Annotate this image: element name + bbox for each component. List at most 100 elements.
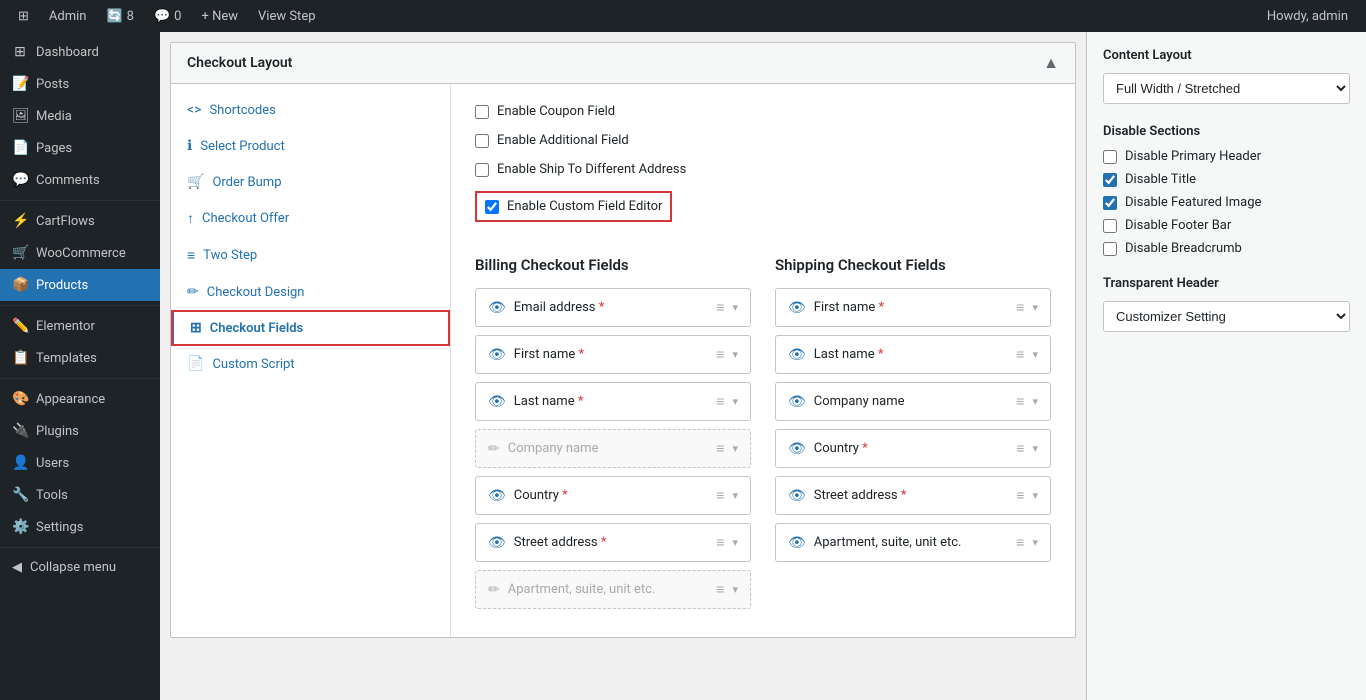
sidebar-item-tools[interactable]: 🔧 Tools xyxy=(0,479,160,511)
disable-footer-bar-checkbox[interactable] xyxy=(1103,219,1117,233)
collapse-arrow-icon: ◀ xyxy=(12,560,22,575)
collapse-menu-button[interactable]: ◀ Collapse menu xyxy=(0,552,160,583)
eye-icon-first-name[interactable]: 👁 xyxy=(488,347,506,363)
disable-title-checkbox[interactable] xyxy=(1103,173,1117,187)
disable-primary-header-checkbox[interactable] xyxy=(1103,150,1117,164)
shipping-chevron-apartment[interactable]: ▾ xyxy=(1032,536,1038,549)
sidebar-item-settings[interactable]: ⚙️ Settings xyxy=(0,511,160,543)
shipping-eye-first-name[interactable]: 👁 xyxy=(788,300,806,316)
drag-handle-email[interactable]: ≡ xyxy=(716,299,724,316)
sidebar-item-comments[interactable]: 💬 Comments xyxy=(0,164,160,196)
enable-coupon-checkbox[interactable] xyxy=(475,105,489,119)
nav-item-two-step[interactable]: ≡ Two Step xyxy=(171,237,450,274)
chevron-company[interactable]: ▾ xyxy=(732,442,738,455)
shipping-drag-street[interactable]: ≡ xyxy=(1016,487,1024,504)
shipping-eye-last-name[interactable]: 👁 xyxy=(788,347,806,363)
sidebar-item-posts[interactable]: 📝 Posts xyxy=(0,68,160,100)
sidebar-item-cartflows[interactable]: ⚡ CartFlows xyxy=(0,205,160,237)
shipping-chevron-street[interactable]: ▾ xyxy=(1032,489,1038,502)
media-icon: 🖼 xyxy=(12,108,28,124)
adminbar-site-name[interactable]: Admin xyxy=(41,0,95,32)
drag-handle-company[interactable]: ≡ xyxy=(716,440,724,457)
eye-icon-apartment[interactable]: ✏ xyxy=(488,582,500,598)
shipping-chevron-first-name[interactable]: ▾ xyxy=(1032,301,1038,314)
disable-breadcrumb-checkbox[interactable] xyxy=(1103,242,1117,256)
shipping-drag-last-name[interactable]: ≡ xyxy=(1016,346,1024,363)
adminbar-wp-logo[interactable]: ⊞ xyxy=(10,0,37,32)
eye-icon-email[interactable]: 👁 xyxy=(488,300,506,316)
shipping-eye-apartment[interactable]: 👁 xyxy=(788,535,806,551)
sidebar-item-media[interactable]: 🖼 Media xyxy=(0,100,160,132)
custom-script-icon: 📄 xyxy=(187,356,204,372)
eye-icon-last-name[interactable]: 👁 xyxy=(488,394,506,410)
sidebar-item-plugins[interactable]: 🔌 Plugins xyxy=(0,415,160,447)
billing-field-email: 👁 Email address * ≡ ▾ xyxy=(475,288,751,327)
chevron-apartment[interactable]: ▾ xyxy=(732,583,738,596)
disable-featured-image-checkbox[interactable] xyxy=(1103,196,1117,210)
adminbar-new[interactable]: + New xyxy=(193,0,246,32)
drag-handle-country[interactable]: ≡ xyxy=(716,487,724,504)
sidebar-item-dashboard[interactable]: ⊞ Dashboard xyxy=(0,36,160,68)
nav-item-checkout-offer[interactable]: ↑ Checkout Offer xyxy=(171,200,450,237)
adminbar-updates[interactable]: 🔄 8 xyxy=(98,0,142,32)
sidebar-label-appearance: Appearance xyxy=(36,392,105,407)
nav-item-shortcodes[interactable]: <> Shortcodes xyxy=(171,92,450,128)
wp-logo-icon: ⊞ xyxy=(18,9,29,24)
adminbar-comments[interactable]: 💬 0 xyxy=(146,0,190,32)
enable-ship-checkbox[interactable] xyxy=(475,163,489,177)
shipping-eye-country[interactable]: 👁 xyxy=(788,441,806,457)
nav-item-custom-script[interactable]: 📄 Custom Script xyxy=(171,346,450,382)
transparent-header-select[interactable]: Customizer Setting Enable Disable xyxy=(1103,301,1350,332)
sidebar-item-woocommerce[interactable]: 🛒 WooCommerce xyxy=(0,237,160,269)
shipping-eye-company[interactable]: 👁 xyxy=(788,394,806,410)
products-icon: 📦 xyxy=(12,277,28,293)
panel-collapse-button[interactable]: ▲ xyxy=(1043,53,1059,73)
sidebar-item-pages[interactable]: 📄 Pages xyxy=(0,132,160,164)
shipping-fields-col: Shipping Checkout Fields 👁 First name * … xyxy=(775,256,1051,617)
drag-handle-last-name[interactable]: ≡ xyxy=(716,393,724,410)
eye-icon-country[interactable]: 👁 xyxy=(488,488,506,504)
chevron-country[interactable]: ▾ xyxy=(732,489,738,502)
additional-label: Enable Additional Field xyxy=(497,133,629,148)
nav-item-checkout-fields[interactable]: ⊞ Checkout Fields xyxy=(171,310,450,346)
eye-icon-company[interactable]: ✏ xyxy=(488,441,500,457)
shipping-chevron-country[interactable]: ▾ xyxy=(1032,442,1038,455)
enable-additional-checkbox[interactable] xyxy=(475,134,489,148)
adminbar-view-step[interactable]: View Step xyxy=(250,0,324,32)
content-layout-select[interactable]: Full Width / Stretched Boxed Contained xyxy=(1103,73,1350,104)
nav-label-checkout-design: Checkout Design xyxy=(207,285,305,300)
nav-item-order-bump[interactable]: 🛒 Order Bump xyxy=(171,164,450,200)
billing-title: Billing Checkout Fields xyxy=(475,256,751,274)
fields-columns: Billing Checkout Fields 👁 Email address … xyxy=(475,256,1051,617)
disable-sections-section: Disable Sections Disable Primary Header … xyxy=(1103,124,1350,256)
sidebar-item-products[interactable]: 📦 Products xyxy=(0,269,160,301)
drag-handle-street[interactable]: ≡ xyxy=(716,534,724,551)
nav-item-select-product[interactable]: ℹ Select Product xyxy=(171,128,450,164)
shipping-drag-apartment[interactable]: ≡ xyxy=(1016,534,1024,551)
shipping-chevron-company[interactable]: ▾ xyxy=(1032,395,1038,408)
sidebar-item-appearance[interactable]: 🎨 Appearance xyxy=(0,383,160,415)
shipping-chevron-last-name[interactable]: ▾ xyxy=(1032,348,1038,361)
drag-handle-first-name[interactable]: ≡ xyxy=(716,346,724,363)
shipping-drag-first-name[interactable]: ≡ xyxy=(1016,299,1024,316)
shipping-title: Shipping Checkout Fields xyxy=(775,256,1051,274)
chevron-last-name[interactable]: ▾ xyxy=(732,395,738,408)
chevron-street[interactable]: ▾ xyxy=(732,536,738,549)
shipping-eye-street[interactable]: 👁 xyxy=(788,488,806,504)
sidebar-item-users[interactable]: 👤 Users xyxy=(0,447,160,479)
eye-icon-street[interactable]: 👁 xyxy=(488,535,506,551)
enable-custom-field-checkbox[interactable] xyxy=(485,200,499,214)
sidebar-label-settings: Settings xyxy=(36,520,83,535)
sidebar-item-templates[interactable]: 📋 Templates xyxy=(0,342,160,374)
sidebar-label-comments: Comments xyxy=(36,173,100,188)
nav-item-checkout-design[interactable]: ✏ Checkout Design xyxy=(171,274,450,310)
chevron-first-name[interactable]: ▾ xyxy=(732,348,738,361)
nav-label-checkout-offer: Checkout Offer xyxy=(202,211,289,226)
chevron-email[interactable]: ▾ xyxy=(732,301,738,314)
right-content-area: Enable Coupon Field Enable Additional Fi… xyxy=(451,84,1075,637)
drag-handle-apartment[interactable]: ≡ xyxy=(716,581,724,598)
coupon-label: Enable Coupon Field xyxy=(497,104,615,119)
shipping-drag-company[interactable]: ≡ xyxy=(1016,393,1024,410)
sidebar-item-elementor[interactable]: ✏️ Elementor xyxy=(0,310,160,342)
shipping-drag-country[interactable]: ≡ xyxy=(1016,440,1024,457)
